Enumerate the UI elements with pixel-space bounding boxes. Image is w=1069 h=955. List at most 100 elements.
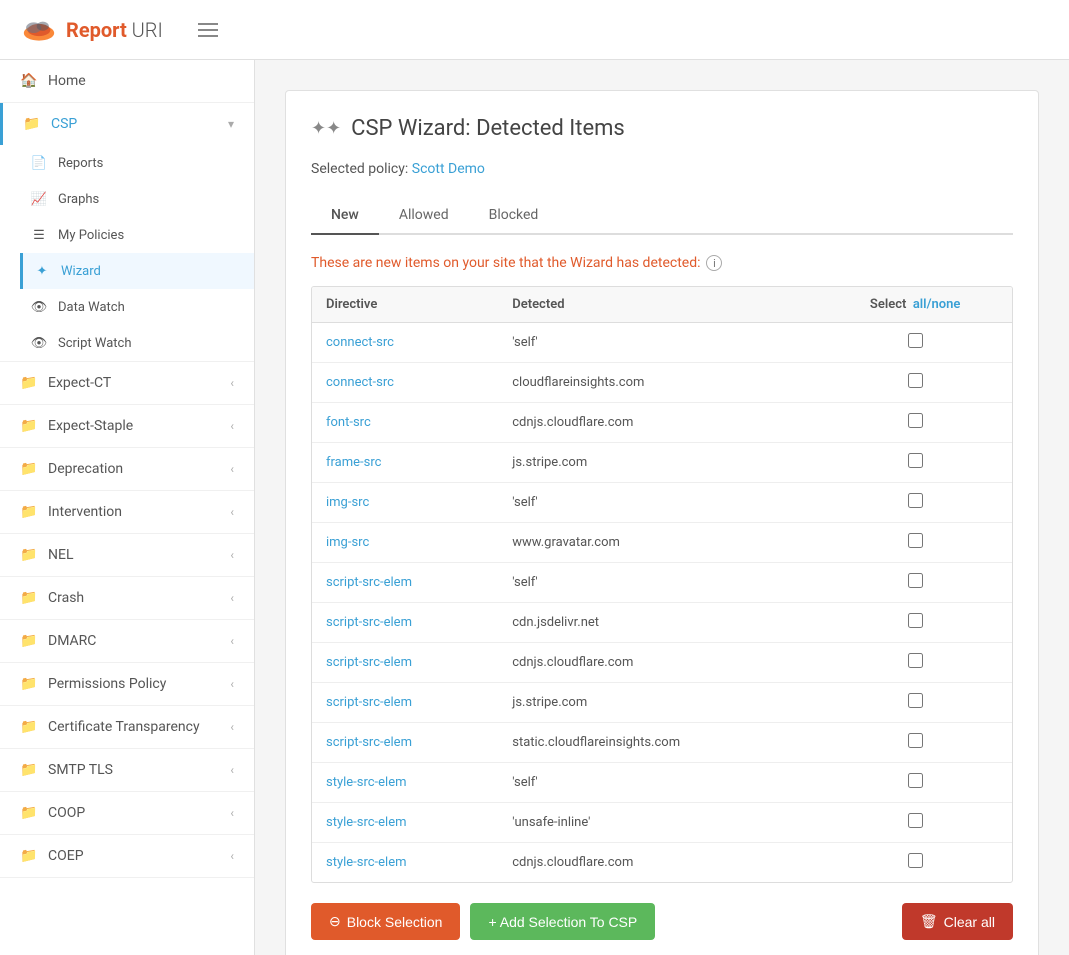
- info-icon[interactable]: i: [706, 255, 722, 271]
- row-checkbox-5[interactable]: [908, 533, 923, 548]
- main-content: ✦✦ CSP Wizard: Detected Items Selected p…: [255, 60, 1069, 955]
- row-checkbox-8[interactable]: [908, 653, 923, 668]
- detected-cell: 'unsafe-inline': [498, 803, 818, 843]
- chevron-right-icon-6: ‹: [230, 591, 234, 605]
- sidebar-item-intervention[interactable]: 📁 Intervention ‹: [0, 491, 254, 533]
- select-cell: [818, 523, 1012, 563]
- chevron-right-icon-7: ‹: [230, 634, 234, 648]
- sidebar-item-coep[interactable]: 📁 COEP ‹: [0, 835, 254, 877]
- select-links: all/none: [910, 297, 961, 312]
- select-cell: [818, 563, 1012, 603]
- sidebar-item-graphs[interactable]: 📈 Graphs: [20, 181, 254, 217]
- table-row: script-src-elem js.stripe.com: [312, 683, 1012, 723]
- list-icon: ☰: [30, 226, 48, 244]
- row-checkbox-12[interactable]: [908, 813, 923, 828]
- select-none-link[interactable]: none: [932, 297, 961, 312]
- chart-icon: 📈: [30, 190, 48, 208]
- table-row: style-src-elem 'self': [312, 763, 1012, 803]
- directive-cell: script-src-elem: [312, 643, 498, 683]
- chevron-right-icon-10: ‹: [230, 763, 234, 777]
- select-all-link[interactable]: all: [913, 297, 927, 312]
- table-row: script-src-elem cdn.jsdelivr.net: [312, 603, 1012, 643]
- sidebar-item-certificate-transparency[interactable]: 📁 Certificate Transparency ‹: [0, 706, 254, 748]
- sidebar-item-smtp-tls[interactable]: 📁 SMTP TLS ‹: [0, 749, 254, 791]
- table-row: script-src-elem static.cloudflareinsight…: [312, 723, 1012, 763]
- sidebar-section-coep: 📁 COEP ‹: [0, 835, 254, 878]
- folder-icon-deprecation: 📁: [20, 460, 38, 478]
- row-checkbox-3[interactable]: [908, 453, 923, 468]
- wizard-icon: ✦✦: [311, 118, 341, 139]
- sidebar-item-script-watch[interactable]: 👁 Script Watch: [20, 325, 254, 361]
- sidebar-item-permissions-policy[interactable]: 📁 Permissions Policy ‹: [0, 663, 254, 705]
- sidebar-item-home[interactable]: 🏠 Home: [0, 60, 254, 102]
- sidebar-section-expect-ct: 📁 Expect-CT ‹: [0, 362, 254, 405]
- table-row: font-src cdnjs.cloudflare.com: [312, 403, 1012, 443]
- row-checkbox-6[interactable]: [908, 573, 923, 588]
- sidebar-item-reports[interactable]: 📄 Reports: [20, 145, 254, 181]
- directive-cell: frame-src: [312, 443, 498, 483]
- folder-icon-cert: 📁: [20, 718, 38, 736]
- tab-blocked[interactable]: Blocked: [469, 197, 559, 235]
- add-selection-button[interactable]: + Add Selection To CSP: [470, 903, 655, 940]
- detected-cell: cdnjs.cloudflare.com: [498, 643, 818, 683]
- row-checkbox-11[interactable]: [908, 773, 923, 788]
- detected-cell: cdnjs.cloudflare.com: [498, 843, 818, 883]
- main-layout: 🏠 Home 📁 CSP ▾ 📄 Reports 📈: [0, 60, 1069, 955]
- minus-circle-icon: ⊖: [329, 913, 341, 930]
- row-checkbox-2[interactable]: [908, 413, 923, 428]
- select-cell: [818, 843, 1012, 883]
- folder-icon-dmarc: 📁: [20, 632, 38, 650]
- table-row: img-src 'self': [312, 483, 1012, 523]
- sidebar-item-wizard[interactable]: ✦ Wizard: [20, 253, 254, 289]
- table-row: script-src-elem 'self': [312, 563, 1012, 603]
- chevron-right-icon-12: ‹: [230, 849, 234, 863]
- sidebar-item-nel[interactable]: 📁 NEL ‹: [0, 534, 254, 576]
- sidebar-section-expect-staple: 📁 Expect-Staple ‹: [0, 405, 254, 448]
- detected-cell: static.cloudflareinsights.com: [498, 723, 818, 763]
- sidebar-section-intervention: 📁 Intervention ‹: [0, 491, 254, 534]
- sidebar-item-data-watch[interactable]: 👁 Data Watch: [20, 289, 254, 325]
- row-checkbox-0[interactable]: [908, 333, 923, 348]
- row-checkbox-13[interactable]: [908, 853, 923, 868]
- row-checkbox-7[interactable]: [908, 613, 923, 628]
- detected-header: Detected: [498, 287, 818, 323]
- detected-cell: cdn.jsdelivr.net: [498, 603, 818, 643]
- sidebar-item-dmarc[interactable]: 📁 DMARC ‹: [0, 620, 254, 662]
- page-title-area: ✦✦ CSP Wizard: Detected Items: [311, 116, 1013, 141]
- sidebar-item-csp[interactable]: 📁 CSP ▾: [0, 103, 254, 145]
- folder-icon-coop: 📁: [20, 804, 38, 822]
- directive-cell: script-src-elem: [312, 563, 498, 603]
- sidebar-item-crash[interactable]: 📁 Crash ‹: [0, 577, 254, 619]
- policy-link[interactable]: Scott Demo: [412, 161, 485, 177]
- block-selection-button[interactable]: ⊖ Block Selection: [311, 903, 460, 940]
- logo: Report URI: [20, 16, 163, 44]
- sidebar-item-deprecation[interactable]: 📁 Deprecation ‹: [0, 448, 254, 490]
- select-cell: [818, 683, 1012, 723]
- row-checkbox-10[interactable]: [908, 733, 923, 748]
- row-checkbox-9[interactable]: [908, 693, 923, 708]
- sidebar-section-deprecation: 📁 Deprecation ‹: [0, 448, 254, 491]
- select-cell: [818, 403, 1012, 443]
- folder-icon-coep: 📁: [20, 847, 38, 865]
- clear-all-button[interactable]: 🗑 Clear all: [902, 903, 1013, 940]
- sidebar-item-expect-ct[interactable]: 📁 Expect-CT ‹: [0, 362, 254, 404]
- sidebar-item-coop[interactable]: 📁 COOP ‹: [0, 792, 254, 834]
- chevron-right-icon-11: ‹: [230, 806, 234, 820]
- select-cell: [818, 443, 1012, 483]
- detected-cell: 'self': [498, 763, 818, 803]
- sidebar-item-my-policies[interactable]: ☰ My Policies: [20, 217, 254, 253]
- tab-new[interactable]: New: [311, 197, 379, 235]
- table-body: connect-src 'self' connect-src cloudflar…: [312, 323, 1012, 883]
- row-checkbox-4[interactable]: [908, 493, 923, 508]
- tab-allowed[interactable]: Allowed: [379, 197, 469, 235]
- detected-cell: 'self': [498, 483, 818, 523]
- row-checkbox-1[interactable]: [908, 373, 923, 388]
- detected-cell: 'self': [498, 563, 818, 603]
- sidebar-item-expect-staple[interactable]: 📁 Expect-Staple ‹: [0, 405, 254, 447]
- chevron-right-icon-5: ‹: [230, 548, 234, 562]
- select-cell: [818, 483, 1012, 523]
- eye-icon-datawatch: 👁: [30, 298, 48, 316]
- file-icon: 📄: [30, 154, 48, 172]
- hamburger-menu[interactable]: [193, 18, 223, 42]
- directive-cell: script-src-elem: [312, 683, 498, 723]
